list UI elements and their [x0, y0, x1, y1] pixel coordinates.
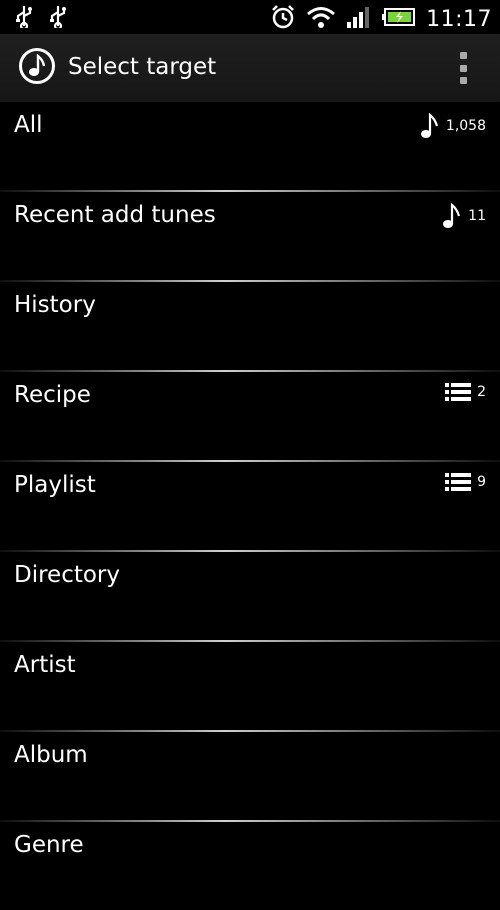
list-item-recipe[interactable]: Recipe 2	[0, 372, 500, 460]
status-bar: 11:17	[0, 0, 500, 34]
list-item-label: Album	[14, 742, 88, 768]
list-item-album[interactable]: Album	[0, 732, 500, 820]
list-item-count: 11	[468, 208, 486, 224]
music-note-icon	[19, 48, 55, 84]
music-note-icon	[442, 202, 462, 230]
list-icon	[445, 382, 472, 402]
list-item-history[interactable]: History	[0, 282, 500, 370]
list-item-playlist[interactable]: Playlist 9	[0, 462, 500, 550]
usb-icon	[48, 4, 68, 32]
page-title: Select target	[68, 54, 217, 80]
music-note-icon	[420, 112, 440, 140]
list-item-label: Recent add tunes	[14, 202, 216, 228]
list-item-label: All	[14, 112, 43, 138]
list-item-label: Recipe	[14, 382, 91, 408]
wifi-icon	[306, 5, 336, 33]
list-item-count: 9	[477, 474, 486, 490]
battery-icon	[382, 7, 416, 31]
usb-icon	[14, 4, 34, 32]
overflow-menu-icon[interactable]	[458, 52, 468, 84]
list-item-label: History	[14, 292, 96, 318]
list-item-genre[interactable]: Genre	[0, 822, 500, 910]
alarm-icon	[270, 4, 296, 34]
list-item-label: Artist	[14, 652, 76, 678]
clock-time: 11:17	[426, 6, 492, 32]
app-bar: Select target	[0, 34, 500, 102]
target-list: All 1,058 Recent add tunes 11 History Re…	[0, 102, 500, 910]
list-item-all[interactable]: All 1,058	[0, 102, 500, 190]
list-item-label: Directory	[14, 562, 121, 588]
signal-icon	[346, 5, 372, 33]
list-item-label: Playlist	[14, 472, 96, 498]
list-item-count: 2	[477, 384, 486, 400]
list-item-count: 1,058	[445, 118, 486, 134]
list-icon	[445, 472, 472, 492]
list-item-recent-add-tunes[interactable]: Recent add tunes 11	[0, 192, 500, 280]
list-item-artist[interactable]: Artist	[0, 642, 500, 730]
list-item-directory[interactable]: Directory	[0, 552, 500, 640]
list-item-label: Genre	[14, 832, 84, 858]
